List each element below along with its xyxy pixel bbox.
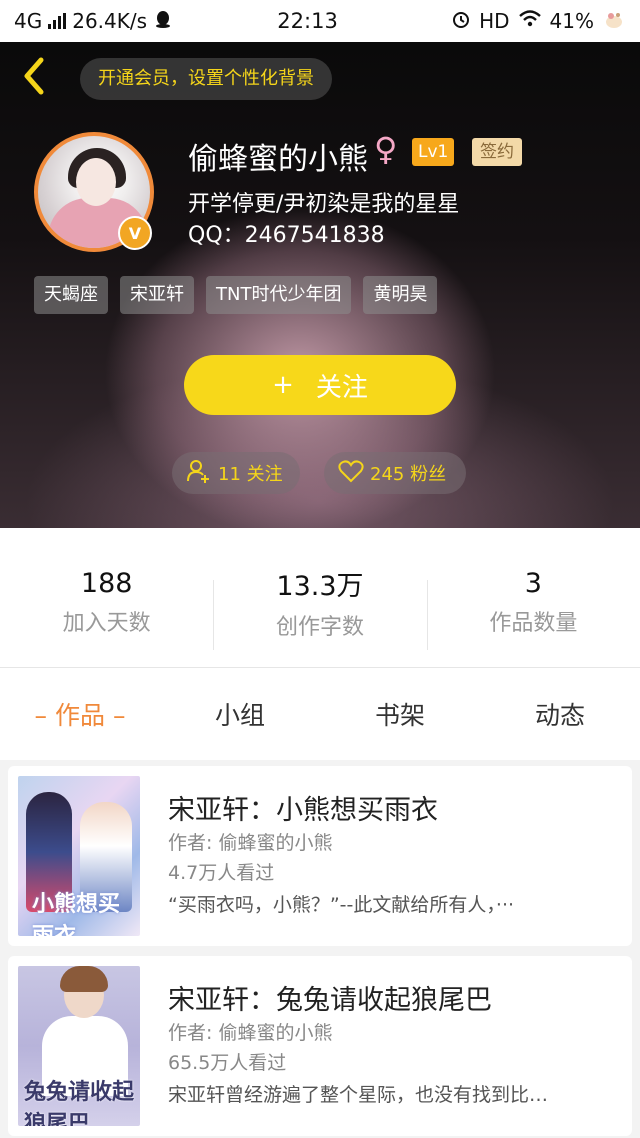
qq-notification-icon bbox=[153, 9, 173, 34]
nickname: 偷蜂蜜的小熊 bbox=[188, 142, 368, 177]
book-title: 宋亚轩：小熊想买雨衣 bbox=[168, 795, 438, 826]
book-views: 4.7万人看过 bbox=[168, 862, 275, 884]
tab-bookshelf[interactable]: 书架 bbox=[320, 668, 480, 760]
level-badge: Lv1 bbox=[412, 138, 455, 166]
user-plus-icon bbox=[186, 458, 212, 489]
verified-badge: V bbox=[118, 216, 152, 250]
tab-activity[interactable]: 动态 bbox=[480, 668, 640, 760]
tag-item[interactable]: TNT时代少年团 bbox=[206, 276, 352, 314]
book-author: 作者: 偷蜂蜜的小熊 bbox=[168, 832, 333, 854]
back-button[interactable] bbox=[14, 56, 54, 100]
chevron-left-icon bbox=[21, 56, 47, 100]
follow-label: 关注 bbox=[315, 372, 368, 403]
tag-item[interactable]: 天蝎座 bbox=[34, 276, 108, 314]
stat-value: 188 bbox=[80, 568, 133, 599]
mascot-icon bbox=[602, 8, 626, 35]
network-speed: 26.4K/s bbox=[72, 9, 148, 33]
book-description: “买雨衣吗，小熊？”--此文献给所有人，··· bbox=[168, 894, 515, 916]
status-right: HD 41% bbox=[451, 8, 626, 35]
status-bar: 4G 26.4K/s 22:13 HD 41% bbox=[0, 0, 640, 42]
signed-badge: 签约 bbox=[472, 138, 522, 166]
book-cover: 小熊想买雨衣 bbox=[18, 776, 140, 936]
signal-icon bbox=[48, 13, 67, 29]
stat-join-days: 188 加入天数 bbox=[0, 528, 213, 667]
fans-count: 245 粉丝 bbox=[370, 464, 447, 485]
cover-title-art: 小熊想买雨衣 bbox=[32, 892, 121, 936]
network-type: 4G bbox=[14, 9, 43, 33]
status-left: 4G 26.4K/s bbox=[14, 9, 244, 34]
stat-label: 加入天数 bbox=[62, 611, 151, 636]
stat-value: 3 bbox=[524, 568, 542, 599]
alarm-icon bbox=[451, 9, 471, 34]
cover-title-art: 兔兔请收起狼尾巴 bbox=[24, 1080, 135, 1126]
battery-level: 41% bbox=[549, 9, 594, 33]
stat-label: 作品数量 bbox=[489, 611, 578, 636]
book-card[interactable]: 兔兔请收起狼尾巴 宋亚轩：兔兔请收起狼尾巴 作者: 偷蜂蜜的小熊 65.5万人看… bbox=[8, 956, 632, 1136]
book-views: 65.5万人看过 bbox=[168, 1052, 287, 1074]
following-count: 11 关注 bbox=[218, 464, 283, 485]
book-author: 作者: 偷蜂蜜的小熊 bbox=[168, 1022, 333, 1044]
bio: 开学停更/尹初染是我的星星 bbox=[188, 192, 460, 217]
book-title: 宋亚轩：兔兔请收起狼尾巴 bbox=[168, 985, 492, 1016]
tab-groups[interactable]: 小组 bbox=[160, 668, 320, 760]
stats-row: 188 加入天数 13.3万 创作字数 3 作品数量 bbox=[0, 528, 640, 668]
follow-button[interactable]: + 关注 bbox=[184, 355, 456, 415]
book-card[interactable]: 小熊想买雨衣 宋亚轩：小熊想买雨衣 作者: 偷蜂蜜的小熊 4.7万人看过 “买雨… bbox=[8, 766, 632, 946]
fans-count-button[interactable]: 245 粉丝 bbox=[324, 452, 466, 494]
heart-icon bbox=[338, 459, 364, 488]
plus-icon: + bbox=[272, 370, 294, 400]
stat-works-count: 3 作品数量 bbox=[426, 528, 640, 667]
book-description: 宋亚轩曾经游遍了整个星际，也没有找到比… bbox=[168, 1084, 549, 1106]
vip-background-banner[interactable]: 开通会员，设置个性化背景 bbox=[80, 58, 332, 100]
stat-label: 创作字数 bbox=[275, 615, 364, 640]
qq-number: QQ：2467541838 bbox=[188, 223, 385, 248]
profile-header: 开通会员，设置个性化背景 V 偷蜂蜜的小熊 ♀ Lv1 签约 开学停更/尹初染是… bbox=[0, 42, 640, 528]
profile-tabs: – 作品 – 小组 书架 动态 bbox=[0, 668, 640, 760]
hd-indicator: HD bbox=[479, 9, 510, 33]
tag-list: 天蝎座 宋亚轩 TNT时代少年团 黄明昊 bbox=[34, 276, 438, 314]
stat-value: 13.3万 bbox=[276, 571, 364, 602]
following-count-button[interactable]: 11 关注 bbox=[172, 452, 300, 494]
book-cover: 兔兔请收起狼尾巴 bbox=[18, 966, 140, 1126]
stat-word-count: 13.3万 创作字数 bbox=[213, 528, 426, 667]
tag-item[interactable]: 宋亚轩 bbox=[120, 276, 194, 314]
female-icon: ♀ bbox=[374, 130, 398, 168]
tag-item[interactable]: 黄明昊 bbox=[363, 276, 438, 314]
wifi-icon bbox=[518, 9, 542, 34]
clock: 22:13 bbox=[277, 9, 338, 33]
tab-works[interactable]: – 作品 – bbox=[0, 668, 160, 760]
